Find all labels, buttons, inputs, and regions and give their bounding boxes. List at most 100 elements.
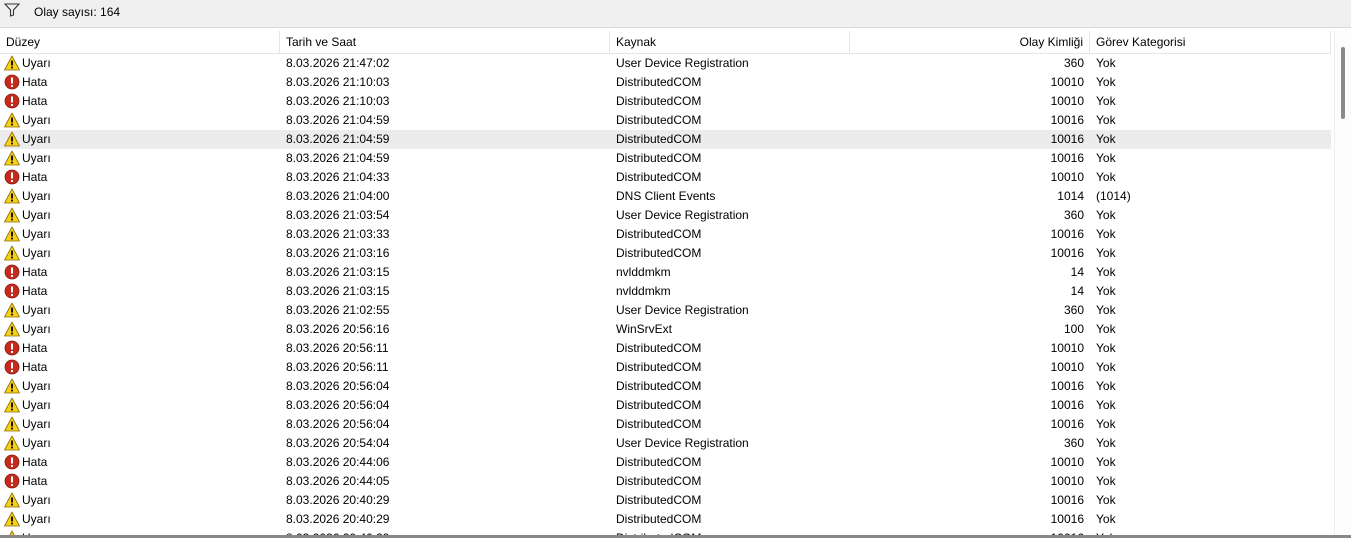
warning-icon: [4, 245, 20, 261]
error-icon: [4, 169, 20, 185]
event-row[interactable]: Uyarı 8.03.2026 20:40:29 DistributedCOM 100…: [0, 510, 1331, 529]
level-cell: Uyarı: [22, 246, 51, 260]
category-cell: Yok: [1096, 151, 1116, 165]
event-row[interactable]: Hata 8.03.2026 20:56:11 DistributedCOM 1001…: [0, 358, 1331, 377]
level-cell: Uyarı: [22, 132, 51, 146]
datetime-cell: 8.03.2026 20:56:16: [286, 322, 390, 336]
category-cell: Yok: [1096, 56, 1116, 70]
column-header-level[interactable]: Düzey: [0, 31, 280, 53]
column-header-category[interactable]: Görev Kategorisi: [1090, 31, 1331, 53]
error-icon: [4, 93, 20, 109]
category-cell: Yok: [1096, 265, 1116, 279]
event-row[interactable]: Hata 8.03.2026 20:44:06 DistributedCOM 1001…: [0, 453, 1331, 472]
event-row[interactable]: Uyarı 8.03.2026 21:47:02 User Device Regis…: [0, 54, 1331, 73]
category-cell: Yok: [1096, 170, 1116, 184]
filter-icon[interactable]: [4, 3, 20, 17]
source-cell: DistributedCOM: [616, 398, 702, 412]
event-row[interactable]: Hata 8.03.2026 21:10:03 DistributedCOM 1001…: [0, 73, 1331, 92]
datetime-cell: 8.03.2026 21:10:03: [286, 75, 390, 89]
vertical-scrollbar[interactable]: [1334, 31, 1351, 538]
column-header-source[interactable]: Kaynak: [610, 31, 850, 53]
source-cell: User Device Registration: [616, 56, 749, 70]
event-row[interactable]: Uyarı 8.03.2026 21:04:59 DistributedCOM 100…: [0, 111, 1331, 130]
level-cell: Uyarı: [22, 113, 51, 127]
event-id-cell: 10016: [1050, 246, 1084, 260]
event-row[interactable]: Uyarı 8.03.2026 21:02:55 User Device Regis…: [0, 301, 1331, 320]
level-cell: Uyarı: [22, 398, 51, 412]
event-id-cell: 360: [1063, 436, 1084, 450]
warning-icon: [4, 378, 20, 394]
source-cell: nvlddmkm: [616, 265, 671, 279]
event-row[interactable]: Hata 8.03.2026 21:03:15 nvlddmkm 14 Yok: [0, 282, 1331, 301]
event-row[interactable]: Uyarı 8.03.2026 20:40:29 DistributedCOM 100…: [0, 491, 1331, 510]
category-cell: Yok: [1096, 208, 1116, 222]
event-row[interactable]: Uyarı 8.03.2026 21:03:54 User Device Regis…: [0, 206, 1331, 225]
level-cell: Hata: [22, 284, 48, 298]
event-id-cell: 10016: [1050, 512, 1084, 526]
event-row[interactable]: Uyarı 8.03.2026 21:03:33 DistributedCOM 100…: [0, 225, 1331, 244]
datetime-cell: 8.03.2026 20:40:29: [286, 493, 390, 507]
source-cell: DNS Client Events: [616, 189, 716, 203]
level-cell: Hata: [22, 265, 48, 279]
event-id-cell: 10016: [1050, 151, 1084, 165]
error-icon: [4, 454, 20, 470]
level-cell: Uyarı: [22, 189, 51, 203]
source-cell: User Device Registration: [616, 208, 749, 222]
category-cell: Yok: [1096, 227, 1116, 241]
level-cell: Uyarı: [22, 322, 51, 336]
column-header-datetime[interactable]: Tarih ve Saat: [280, 31, 610, 53]
category-cell: Yok: [1096, 341, 1116, 355]
datetime-cell: 8.03.2026 20:44:05: [286, 474, 390, 488]
event-row[interactable]: Uyarı 8.03.2026 21:03:16 DistributedCOM 100…: [0, 244, 1331, 263]
source-cell: DistributedCOM: [616, 360, 702, 374]
source-cell: DistributedCOM: [616, 170, 702, 184]
warning-icon: [4, 492, 20, 508]
event-row[interactable]: Uyarı 8.03.2026 21:04:59 DistributedCOM 100…: [0, 149, 1331, 168]
category-cell: Yok: [1096, 398, 1116, 412]
source-cell: DistributedCOM: [616, 75, 702, 89]
error-icon: [4, 340, 20, 356]
datetime-cell: 8.03.2026 20:56:11: [286, 341, 389, 355]
column-header-event-id[interactable]: Olay Kimliği: [850, 31, 1090, 53]
event-row[interactable]: Hata 8.03.2026 21:03:15 nvlddmkm 14 Yok: [0, 263, 1331, 282]
source-cell: DistributedCOM: [616, 151, 702, 165]
datetime-cell: 8.03.2026 20:56:04: [286, 379, 390, 393]
error-icon: [4, 359, 20, 375]
event-id-cell: 10010: [1050, 170, 1084, 184]
event-row[interactable]: Uyarı 8.03.2026 20:56:16 WinSrvExt 100 Yok: [0, 320, 1331, 339]
level-cell: Hata: [22, 170, 48, 184]
category-cell: Yok: [1096, 436, 1116, 450]
datetime-cell: 8.03.2026 20:56:04: [286, 398, 390, 412]
event-row[interactable]: Hata 8.03.2026 21:10:03 DistributedCOM 1001…: [0, 92, 1331, 111]
source-cell: User Device Registration: [616, 436, 749, 450]
event-row[interactable]: Uyarı 8.03.2026 20:56:04 DistributedCOM 100…: [0, 415, 1331, 434]
source-cell: DistributedCOM: [616, 474, 702, 488]
event-id-cell: 100: [1063, 322, 1084, 336]
level-cell: Uyarı: [22, 227, 51, 241]
event-id-cell: 360: [1063, 208, 1084, 222]
error-icon: [4, 473, 20, 489]
event-row[interactable]: Uyarı 8.03.2026 20:54:04 User Device Regis…: [0, 434, 1331, 453]
category-cell: Yok: [1096, 284, 1116, 298]
datetime-cell: 8.03.2026 21:02:55: [286, 303, 390, 317]
event-row[interactable]: Hata 8.03.2026 21:04:33 DistributedCOM 1001…: [0, 168, 1331, 187]
level-cell: Uyarı: [22, 512, 51, 526]
category-cell: Yok: [1096, 303, 1116, 317]
event-row[interactable]: Uyarı 8.03.2026 20:56:04 DistributedCOM 100…: [0, 396, 1331, 415]
level-cell: Uyarı: [22, 493, 51, 507]
source-cell: WinSrvExt: [616, 322, 673, 336]
level-cell: Hata: [22, 455, 48, 469]
source-cell: DistributedCOM: [616, 246, 702, 260]
event-row[interactable]: Hata 8.03.2026 20:56:11 DistributedCOM 1001…: [0, 339, 1331, 358]
scrollbar-thumb[interactable]: [1341, 47, 1345, 119]
datetime-cell: 8.03.2026 21:04:00: [286, 189, 390, 203]
event-row[interactable]: Hata 8.03.2026 20:44:05 DistributedCOM 1001…: [0, 472, 1331, 491]
level-cell: Uyarı: [22, 417, 51, 431]
event-row[interactable]: Uyarı 8.03.2026 21:04:59 DistributedCOM 100…: [0, 130, 1331, 149]
error-icon: [4, 283, 20, 299]
event-row[interactable]: Uyarı 8.03.2026 20:56:04 DistributedCOM 100…: [0, 377, 1331, 396]
datetime-cell: 8.03.2026 21:03:15: [286, 265, 390, 279]
event-row[interactable]: Uyarı 8.03.2026 21:04:00 DNS Client Events…: [0, 187, 1331, 206]
level-cell: Uyarı: [22, 379, 51, 393]
source-cell: DistributedCOM: [616, 132, 702, 146]
